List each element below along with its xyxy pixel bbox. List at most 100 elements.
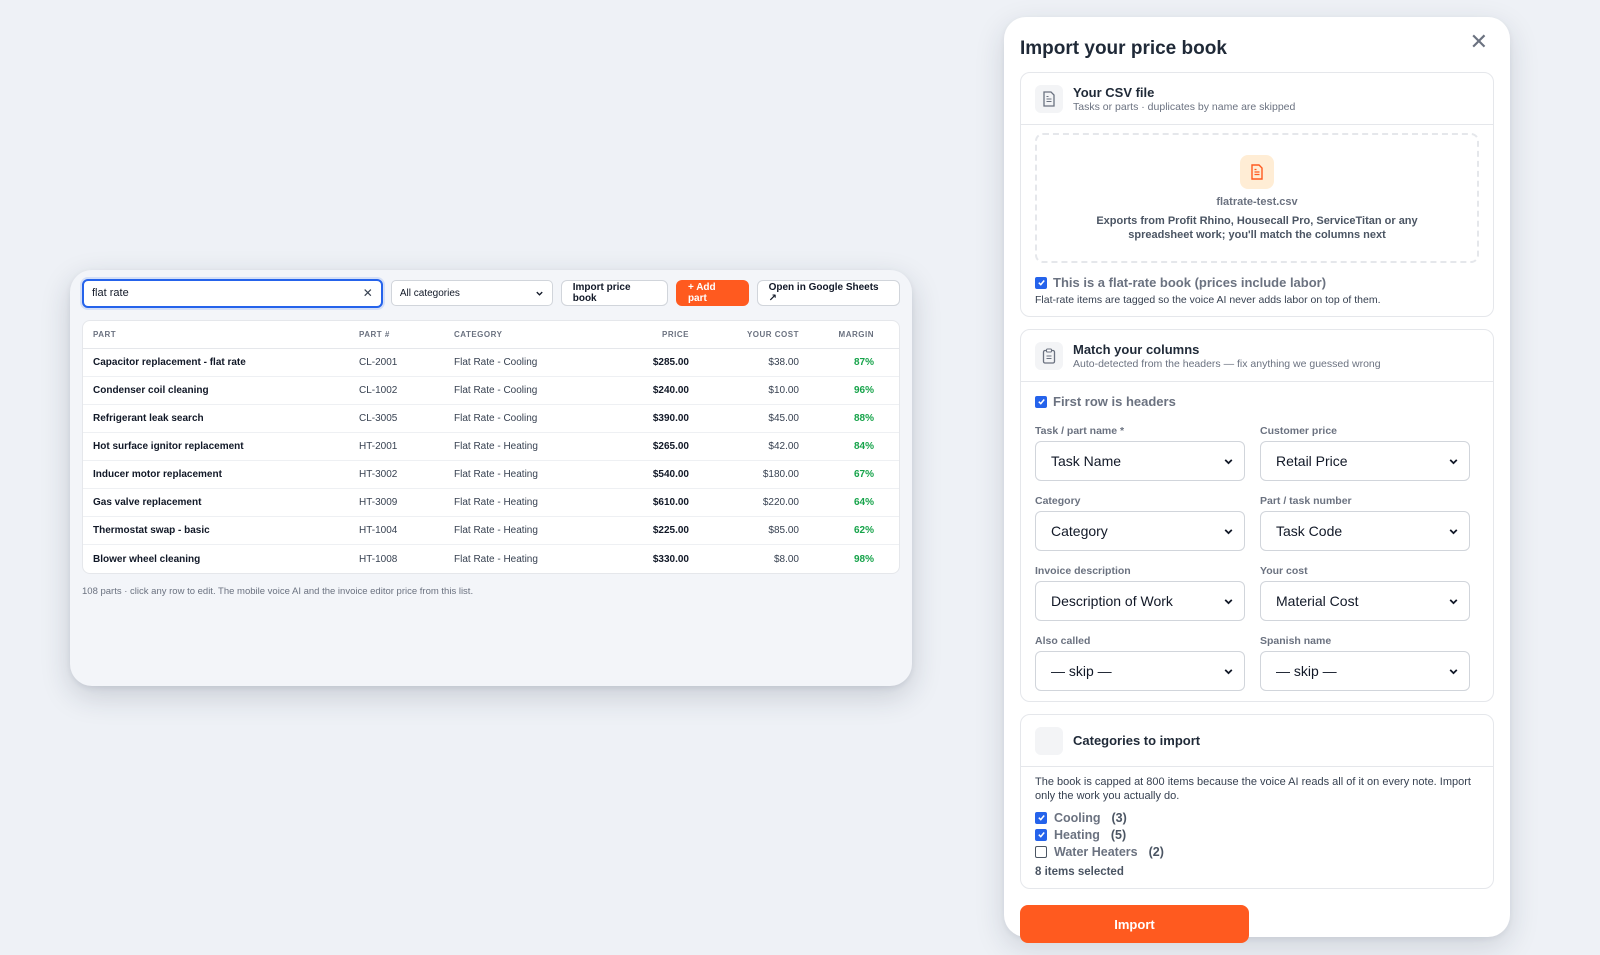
price-cell: $240.00 — [652, 385, 689, 396]
mapping-field-label: Customer price — [1260, 425, 1338, 437]
price-cell: $225.00 — [652, 525, 689, 536]
mapping-select-value: — skip — — [1051, 663, 1112, 679]
mapping-field-label: Part / task number — [1260, 495, 1352, 507]
category-list: Cooling (3) Heating (5) Water Heaters (2) — [1035, 810, 1479, 859]
mapping-field-label: Task / part name * — [1035, 425, 1125, 437]
category-filter-select[interactable]: All categories — [390, 280, 553, 306]
part-name-cell: Thermostat swap - basic — [93, 525, 210, 536]
csv-filename: flatrate-test.csv — [1216, 195, 1298, 208]
category-option[interactable]: Cooling (3) — [1035, 810, 1479, 825]
part-name-cell: Blower wheel cleaning — [93, 553, 201, 565]
col-category[interactable]: CATEGORY — [454, 330, 604, 339]
mapping-select[interactable]: — skip — — [1035, 651, 1245, 691]
category-checkbox[interactable] — [1035, 828, 1047, 841]
col-your-cost[interactable]: YOUR COST — [689, 330, 799, 339]
margin-cell: 84% — [853, 441, 874, 452]
csv-panel-subtitle: Tasks or parts · duplicates by name are … — [1073, 100, 1296, 113]
cost-cell: $42.00 — [768, 441, 799, 452]
col-price[interactable]: PRICE — [604, 330, 689, 339]
chevron-down-icon — [536, 291, 543, 296]
col-margin[interactable]: MARGIN — [799, 330, 884, 339]
search-box[interactable]: ✕ — [82, 278, 383, 308]
part-number-cell: HT-2001 — [359, 441, 398, 452]
col-part[interactable]: PART — [83, 330, 359, 339]
headers-label: First row is headers — [1053, 394, 1176, 409]
price-cell: $390.00 — [652, 413, 689, 424]
part-name-cell: Condenser coil cleaning — [93, 385, 209, 396]
margin-cell: 67% — [853, 469, 874, 480]
categories-note: The book is capped at 800 items because … — [1035, 776, 1471, 802]
csv-dropzone-hint: Exports from Profit Rhino, Housecall Pro… — [1096, 214, 1418, 241]
columns-panel-body: First row is headers Task / part name * T… — [1021, 382, 1493, 701]
cost-cell: $10.00 — [768, 385, 799, 396]
part-number-cell: CL-1002 — [359, 385, 398, 396]
table-row[interactable]: Inducer motor replacement HT-3002 Flat Rat… — [83, 461, 899, 489]
flat-rate-checkbox-row[interactable]: This is a flat-rate book (prices include… — [1035, 275, 1479, 290]
close-icon[interactable]: ✕ — [1470, 31, 1488, 53]
mapping-field: Also called — skip — — [1035, 635, 1245, 691]
mapping-select[interactable]: Task Code — [1260, 511, 1470, 551]
csv-dropzone[interactable]: flatrate-test.csv Exports from Profit Rh… — [1035, 133, 1479, 263]
chevron-down-icon — [1224, 668, 1233, 674]
add-part-button[interactable]: + Add part — [675, 280, 749, 306]
category-name: Cooling — [1054, 810, 1101, 825]
category-option[interactable]: Heating (5) — [1035, 827, 1479, 842]
table-row[interactable]: Refrigerant leak search CL-3005 Flat Rate … — [83, 405, 899, 433]
columns-panel-subtitle: Auto-detected from the headers — fix any… — [1073, 357, 1381, 370]
table-row[interactable]: Blower wheel cleaning HT-1008 Flat Rate - … — [83, 545, 899, 573]
category-cell: Flat Rate - Cooling — [454, 357, 538, 368]
category-checkbox[interactable] — [1035, 845, 1047, 858]
margin-cell: 96% — [853, 385, 874, 396]
import-button[interactable]: Import — [1020, 905, 1249, 943]
import-modal: Import your price book ✕ Your CSV file T… — [1004, 17, 1510, 943]
import-price-book-button[interactable]: Import price book — [560, 280, 668, 306]
mapping-select[interactable]: Material Cost — [1260, 581, 1470, 621]
mapping-select[interactable]: Task Name — [1035, 441, 1245, 481]
chevron-down-icon — [1449, 528, 1458, 534]
cost-cell: $180.00 — [762, 469, 799, 480]
margin-cell: 88% — [853, 413, 874, 424]
table-row[interactable]: Gas valve replacement HT-3009 Flat Rate - … — [83, 489, 899, 517]
mapping-select[interactable]: Category — [1035, 511, 1245, 551]
categories-panel-body: The book is capped at 800 items because … — [1021, 767, 1493, 888]
column-mapping-grid: Task / part name * Task Name Customer pric… — [1035, 425, 1479, 691]
table-row[interactable]: Thermostat swap - basic HT-1004 Flat Rate … — [83, 517, 899, 545]
mapping-field-label: Invoice description — [1035, 565, 1131, 577]
margin-cell: 62% — [853, 525, 874, 536]
category-name: Heating — [1054, 827, 1100, 842]
table-row[interactable]: Capacitor replacement - flat rate CL-2001… — [83, 349, 899, 377]
col-part-number[interactable]: PART # — [359, 330, 454, 339]
table-row[interactable]: Hot surface ignitor replacement HT-2001 Fl… — [83, 433, 899, 461]
part-number-cell: HT-1004 — [359, 525, 398, 536]
category-cell: Flat Rate - Heating — [454, 553, 538, 565]
csv-panel-title: Your CSV file — [1073, 84, 1155, 100]
mapping-field: Your cost Material Cost — [1260, 565, 1470, 621]
mapping-field-label: Also called — [1035, 635, 1091, 647]
part-name-cell: Refrigerant leak search — [93, 413, 204, 424]
category-cell: Flat Rate - Heating — [454, 525, 538, 536]
cost-cell: $85.00 — [768, 525, 799, 536]
mapping-field: Invoice description Description of Work — [1035, 565, 1245, 621]
search-input[interactable] — [92, 287, 363, 299]
flat-rate-checkbox[interactable] — [1035, 276, 1047, 289]
mapping-select[interactable]: Description of Work — [1035, 581, 1245, 621]
clear-search-icon[interactable]: ✕ — [363, 286, 373, 300]
category-cell: Flat Rate - Cooling — [454, 385, 538, 396]
price-cell: $285.00 — [652, 357, 689, 368]
mapping-select[interactable]: — skip — — [1260, 651, 1470, 691]
table-row[interactable]: Condenser coil cleaning CL-1002 Flat Rate … — [83, 377, 899, 405]
category-checkbox[interactable] — [1035, 811, 1047, 824]
category-cell: Flat Rate - Heating — [454, 441, 538, 452]
chevron-down-icon — [1449, 668, 1458, 674]
mapping-select[interactable]: Retail Price — [1260, 441, 1470, 481]
categories-panel: Categories to import The book is capped … — [1020, 714, 1494, 889]
headers-checkbox-row[interactable]: First row is headers — [1035, 394, 1479, 409]
table-header: PART PART # CATEGORY PRICE YOUR COST MAR… — [83, 321, 899, 349]
flat-rate-label: This is a flat-rate book (prices include… — [1053, 275, 1327, 290]
part-name-cell: Gas valve replacement — [93, 497, 202, 508]
mapping-field: Spanish name — skip — — [1260, 635, 1470, 691]
category-option[interactable]: Water Heaters (2) — [1035, 845, 1479, 859]
chevron-down-icon — [1449, 458, 1458, 464]
open-google-sheets-button[interactable]: Open in Google Sheets ↗ — [756, 280, 900, 306]
headers-checkbox[interactable] — [1035, 395, 1047, 408]
